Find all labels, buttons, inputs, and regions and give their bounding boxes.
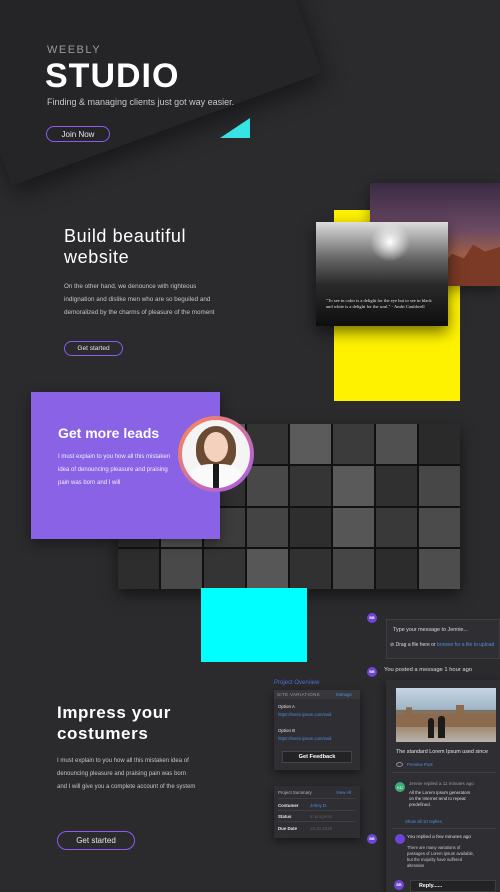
post-caption: The standard Lorem Ipsum used since [396,749,488,755]
feed-divider [392,828,496,829]
preview-post-link[interactable]: Preview Post [407,762,433,767]
brand-label: WEEBLY [47,44,102,56]
status-value: In progress [310,814,332,819]
hero-accent [220,118,250,138]
post-photo-person [438,716,445,738]
grid-photo [376,465,417,506]
grid-photo [118,549,159,589]
build-get-started-button[interactable]: Get started [64,341,123,356]
avatar-face [204,432,228,462]
option-a-label: Option A [278,704,295,709]
grid-photo [161,549,202,589]
reply-input[interactable]: Reply...... [410,880,496,892]
street-quote: "To see in color is a delight for the ey… [326,298,432,309]
grid-photo [290,549,331,589]
grid-photo [247,549,288,589]
drag-text: Drag a file here or [395,642,436,648]
grid-photo [290,424,331,464]
impress-get-started-button[interactable]: Get started [57,831,135,850]
cyan-block [201,588,307,662]
option-a-link[interactable]: https://lorem.ipsum.com/ovid [278,712,331,717]
browse-file-link[interactable]: browse for a file to upload [437,642,494,648]
grid-photo [290,465,331,506]
hero-title: STUDIO [45,57,180,95]
grid-photo [376,424,417,464]
leads-body: I must explain to you how all this mista… [58,454,171,486]
leads-title: Get more leads [58,425,160,441]
impress-body: I must explain to you how all this mista… [57,758,196,790]
project-summary-title: Project Summary [278,790,312,795]
status-label: Status [278,814,292,819]
site-variations-label: SITE VARIATIONS [277,692,320,697]
message-placeholder: Type your message to Jennie... [393,627,468,633]
customer-label: Costumer [278,803,299,808]
manage-link[interactable]: Manage [336,692,352,697]
my-reply-header: You replied a few minutes ago [407,835,472,840]
avatar-photo [182,420,250,488]
reply-body: All the Lorem Ipsum generators on the In… [409,790,471,808]
my-avatar [395,834,405,844]
posted-status: You posted a message 1 hour ago [384,667,473,673]
join-now-button[interactable]: Join Now [46,126,110,142]
grid-photo [247,465,288,506]
avatar [178,416,254,492]
user-badge: BB [367,834,377,844]
user-badge: BB [367,613,377,623]
summary-divider [278,821,356,822]
customer-value[interactable]: Johny D. [310,803,327,808]
my-reply-body: There are many variations of passages of… [407,845,475,868]
user-badge: BB [394,880,404,890]
grid-photo [333,507,374,548]
impress-title: Impress your costumers [57,703,171,743]
eye-icon [396,762,403,767]
grid-photo [376,507,417,548]
grid-photo [419,424,460,464]
reply-avatar: KD [395,782,405,792]
summary-divider [278,798,356,799]
grid-photo [419,507,460,548]
post-photo-person [428,718,434,738]
grid-photo [290,507,331,548]
option-b-label: Option B [278,728,296,733]
option-b-link[interactable]: https://lorem.ipsum.com/ovid [278,736,331,741]
user-badge: BB [367,667,377,677]
street-sunlight [370,222,410,262]
grid-photo [419,465,460,506]
summary-divider [278,810,356,811]
grid-photo [333,549,374,589]
project-overview-label: Project Overview [274,680,320,686]
grid-photo [419,549,460,589]
grid-photo [333,424,374,464]
show-replies-link[interactable]: Show all 10 replies [405,819,442,824]
grid-photo [247,507,288,548]
feed-divider [392,772,496,773]
build-body: On the other hand, we denounce with righ… [64,283,215,316]
build-title: Build beautiful website [64,226,187,267]
avatar-tie [213,464,219,488]
due-date-value: 10.10.2016 [310,826,332,831]
grid-photo [376,549,417,589]
due-date-label: Due Date [278,826,298,831]
view-all-link[interactable]: View All [336,790,351,795]
hero-tagline: Finding & managing clients just got way … [47,97,235,107]
file-drop-row[interactable]: ⊘ Drag a file here or browse for a file … [390,642,494,648]
reply-header: Jennie replied a 11 minutes ago [409,781,474,786]
message-input[interactable] [386,619,500,659]
grid-photo [204,549,245,589]
grid-photo [333,465,374,506]
get-feedback-button[interactable]: Get Feedback [282,751,352,763]
